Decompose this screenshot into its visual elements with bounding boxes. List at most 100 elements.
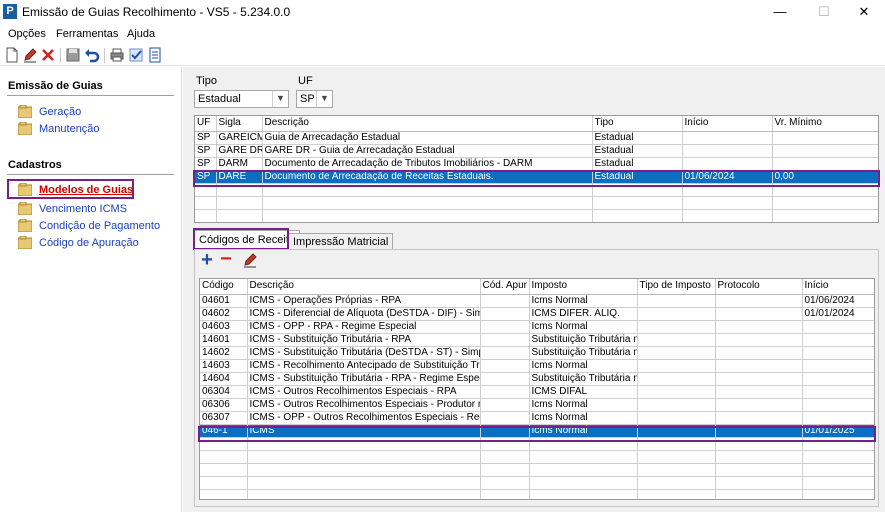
- table-cell: GAREICMS: [216, 131, 263, 145]
- edit-pencil-icon[interactable]: [242, 252, 258, 268]
- table-cell: Icms Normal: [529, 294, 638, 308]
- table-row[interactable]: [200, 476, 874, 490]
- column-header[interactable]: Vr. Mínimo: [772, 116, 878, 132]
- table-cell: [802, 398, 874, 412]
- table-cell: [715, 333, 803, 347]
- column-header[interactable]: Protocolo: [715, 279, 803, 295]
- column-header[interactable]: Início: [682, 116, 773, 132]
- table-cell: [200, 463, 248, 477]
- receita-grid[interactable]: Código Descrição Cód. Apur Imposto Tipo de I…: [199, 278, 875, 500]
- table-row[interactable]: [200, 463, 874, 477]
- edit-pencil-icon[interactable]: [22, 47, 38, 63]
- check-icon[interactable]: [128, 47, 144, 63]
- table-row[interactable]: 04602 ICMS - Diferencial de Alíquota (DeS…: [200, 307, 874, 321]
- table-cell: GARE DR - Guia de Arrecadação Estadual: [262, 144, 593, 158]
- table-cell: Substituição Tributária no: [529, 372, 638, 386]
- table-cell: [637, 476, 716, 490]
- new-document-icon[interactable]: [4, 47, 20, 63]
- tab-impressao-matricial[interactable]: Impressão Matricial: [288, 233, 394, 249]
- table-cell: [480, 346, 530, 360]
- column-header[interactable]: Imposto: [529, 279, 638, 295]
- table-row[interactable]: 14601 ICMS - Substituição Tributária - RP…: [200, 333, 874, 347]
- highlight-box: [198, 426, 876, 442]
- close-button[interactable]: ✕: [848, 2, 880, 22]
- table-cell: [715, 307, 803, 321]
- table-cell: [637, 333, 716, 347]
- table-row[interactable]: [200, 489, 874, 499]
- table-cell: [480, 398, 530, 412]
- table-row[interactable]: 06304 ICMS - Outros Recolhimentos Especia…: [200, 385, 874, 399]
- table-cell: [802, 372, 874, 386]
- table-cell: [715, 411, 803, 425]
- menu-ferramentas[interactable]: Ferramentas: [56, 28, 118, 40]
- table-row[interactable]: 14602 ICMS - Substituição Tributária (DeS…: [200, 346, 874, 360]
- column-header[interactable]: Tipo de Imposto: [637, 279, 716, 295]
- table-cell: [802, 359, 874, 373]
- highlight-box: [193, 228, 289, 250]
- remove-button[interactable]: −: [218, 249, 234, 269]
- table-row[interactable]: SP DARM Documento de Arrecadação de Tribut…: [195, 157, 878, 171]
- table-row[interactable]: 06306 ICMS - Outros Recolhimentos Especia…: [200, 398, 874, 412]
- menu-opcoes[interactable]: Opções: [8, 28, 46, 40]
- table-row[interactable]: [200, 450, 874, 464]
- table-cell: Icms Normal: [529, 398, 638, 412]
- guias-grid[interactable]: UF Sigla Descrição Tipo Início Vr. Mínimo SP G…: [194, 115, 879, 223]
- column-header[interactable]: Tipo: [592, 116, 683, 132]
- table-cell: ICMS - Substituição Tributária (DeSTDA -…: [247, 346, 481, 360]
- table-cell: Substituição Tributária no: [529, 333, 638, 347]
- maximize-button[interactable]: ☐: [808, 2, 840, 22]
- table-cell: [637, 450, 716, 464]
- table-cell: [715, 294, 803, 308]
- report-icon[interactable]: [147, 47, 163, 63]
- table-cell: [480, 463, 530, 477]
- table-cell: ICMS - Outros Recolhimentos Especiais - …: [247, 385, 481, 399]
- table-cell: Estadual: [592, 144, 683, 158]
- menu-ajuda[interactable]: Ajuda: [127, 28, 155, 40]
- undo-icon[interactable]: [84, 47, 100, 63]
- table-cell: ICMS DIFER. ALIQ.: [529, 307, 638, 321]
- table-row[interactable]: SP GARE DR GARE DR - Guia de Arrecadação E…: [195, 144, 878, 158]
- table-row[interactable]: 04601 ICMS - Operações Próprias - RPA Icms…: [200, 294, 874, 308]
- table-cell: [802, 333, 874, 347]
- table-cell: SP: [195, 144, 217, 158]
- chevron-down-icon[interactable]: ▼: [316, 91, 332, 107]
- tipo-select[interactable]: Estadual ▼: [194, 90, 289, 108]
- column-header[interactable]: Descrição: [247, 279, 481, 295]
- delete-x-icon[interactable]: [40, 47, 56, 63]
- column-header[interactable]: Código: [200, 279, 248, 295]
- print-icon[interactable]: [109, 47, 125, 63]
- table-cell: [529, 476, 638, 490]
- table-cell: Icms Normal: [529, 359, 638, 373]
- column-header[interactable]: Cód. Apur: [480, 279, 530, 295]
- table-cell: [715, 463, 803, 477]
- column-header[interactable]: Início: [802, 279, 874, 295]
- nav-label: Vencimento ICMS: [39, 203, 128, 215]
- column-header[interactable]: Sigla: [216, 116, 263, 132]
- table-cell: [637, 294, 716, 308]
- section-title-cadastros: Cadastros: [8, 159, 62, 171]
- add-button[interactable]: +: [199, 250, 215, 270]
- uf-select[interactable]: SP ▼: [296, 90, 333, 108]
- table-row[interactable]: [195, 196, 878, 210]
- save-disk-icon[interactable]: [65, 47, 81, 63]
- column-header[interactable]: Descrição: [262, 116, 593, 132]
- table-row[interactable]: [195, 209, 878, 222]
- table-cell: SP: [195, 157, 217, 171]
- table-cell: 01/06/2024: [802, 294, 874, 308]
- table-row[interactable]: 14604 ICMS - Substituição Tributária - RP…: [200, 372, 874, 386]
- table-cell: [772, 131, 878, 145]
- column-header[interactable]: UF: [195, 116, 217, 132]
- table-row[interactable]: SPGAREICMSGuia de Arrecadação EstadualEs…: [195, 131, 878, 145]
- table-cell: [715, 489, 803, 499]
- app-logo-icon: P: [3, 4, 17, 19]
- chevron-down-icon[interactable]: ▼: [272, 91, 288, 107]
- table-row[interactable]: 14603 ICMS - Recolhimento Antecipado de S…: [200, 359, 874, 373]
- table-cell: Documento de Arrecadação de Tributos Imo…: [262, 157, 593, 171]
- table-cell: [262, 196, 593, 210]
- table-row[interactable]: 04603 ICMS - OPP - RPA - Regime Especial I…: [200, 320, 874, 334]
- minimize-button[interactable]: —: [764, 2, 796, 22]
- table-cell: GARE DR: [216, 144, 263, 158]
- table-row[interactable]: 06307 ICMS - OPP - Outros Recolhimentos E…: [200, 411, 874, 425]
- table-cell: [637, 320, 716, 334]
- table-cell: [715, 476, 803, 490]
